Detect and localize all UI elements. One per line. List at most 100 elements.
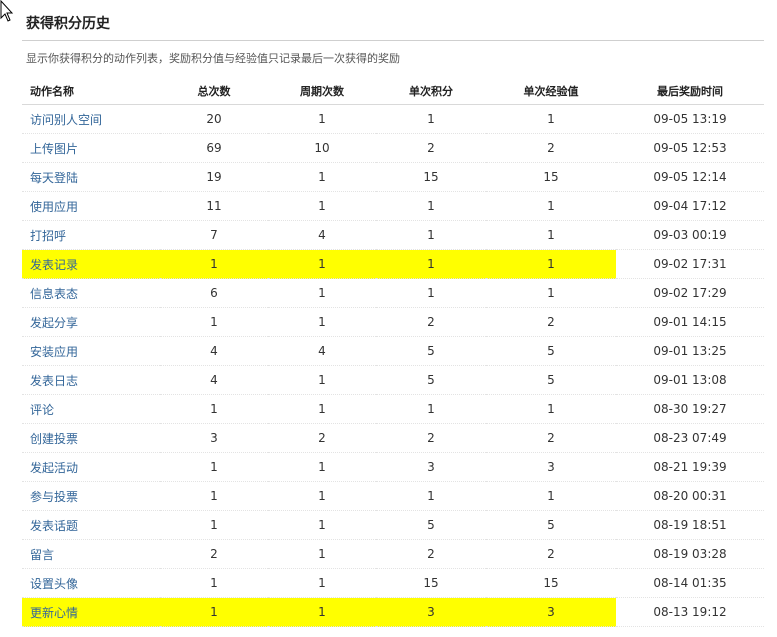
total-count-cell: 1	[160, 394, 268, 424]
cycle-count-cell: 4	[268, 220, 376, 250]
total-count-cell: 69	[160, 133, 268, 163]
points-cell: 1	[376, 394, 486, 424]
cycle-count-cell: 1	[268, 278, 376, 308]
table-header-row: 动作名称 总次数 周期次数 单次积分 单次经验值 最后奖励时间	[22, 78, 764, 105]
action-name-cell: 发表记录	[22, 249, 160, 279]
header-points: 单次积分	[376, 78, 486, 105]
last-reward-time-cell: 08-30 19:27	[616, 394, 764, 424]
exp-cell: 2	[486, 133, 616, 163]
action-name-link[interactable]: 更新心情	[30, 606, 78, 620]
last-reward-time-cell: 09-01 14:15	[616, 307, 764, 337]
table-row: 发表记录 1 1 1 1 09-02 17:31	[22, 249, 764, 279]
table-row: 设置头像 1 1 15 15 08-14 01:35	[22, 568, 764, 598]
action-name-cell: 上传图片	[22, 133, 160, 163]
cycle-count-cell: 10	[268, 133, 376, 163]
points-cell: 5	[376, 336, 486, 366]
action-name-link[interactable]: 参与投票	[30, 490, 78, 504]
action-name-link[interactable]: 安装应用	[30, 345, 78, 359]
last-reward-time-cell: 09-01 13:25	[616, 336, 764, 366]
last-reward-time-cell: 09-05 12:53	[616, 133, 764, 163]
exp-cell: 15	[486, 568, 616, 598]
action-name-link[interactable]: 发表记录	[30, 258, 78, 272]
action-name-link[interactable]: 创建投票	[30, 432, 78, 446]
action-name-link[interactable]: 发表日志	[30, 374, 78, 388]
table-row: 更新心情 1 1 3 3 08-13 19:12	[22, 597, 764, 627]
exp-cell: 5	[486, 510, 616, 540]
action-name-cell: 访问别人空间	[22, 104, 160, 134]
points-cell: 2	[376, 307, 486, 337]
points-cell: 2	[376, 539, 486, 569]
header-last-time: 最后奖励时间	[616, 78, 764, 105]
cycle-count-cell: 1	[268, 104, 376, 134]
points-cell: 2	[376, 423, 486, 453]
action-name-link[interactable]: 上传图片	[30, 142, 78, 156]
last-reward-time-cell: 09-05 12:14	[616, 162, 764, 192]
table-row: 访问别人空间 20 1 1 1 09-05 13:19	[22, 104, 764, 134]
action-name-link[interactable]: 信息表态	[30, 287, 78, 301]
points-cell: 15	[376, 568, 486, 598]
total-count-cell: 20	[160, 104, 268, 134]
table-row: 留言 2 1 2 2 08-19 03:28	[22, 539, 764, 569]
action-name-link[interactable]: 发起分享	[30, 316, 78, 330]
action-name-cell: 使用应用	[22, 191, 160, 221]
cycle-count-cell: 1	[268, 162, 376, 192]
table-row: 打招呼 7 4 1 1 09-03 00:19	[22, 220, 764, 250]
action-name-link[interactable]: 留言	[30, 548, 54, 562]
action-name-link[interactable]: 评论	[30, 403, 54, 417]
cycle-count-cell: 1	[268, 452, 376, 482]
table-row: 上传图片 69 10 2 2 09-05 12:53	[22, 133, 764, 163]
exp-cell: 2	[486, 423, 616, 453]
action-name-cell: 创建投票	[22, 423, 160, 453]
action-name-link[interactable]: 发表话题	[30, 519, 78, 533]
total-count-cell: 1	[160, 307, 268, 337]
last-reward-time-cell: 08-20 00:31	[616, 481, 764, 511]
title-divider	[22, 40, 764, 41]
cycle-count-cell: 1	[268, 539, 376, 569]
action-name-cell: 发表话题	[22, 510, 160, 540]
points-cell: 5	[376, 365, 486, 395]
total-count-cell: 7	[160, 220, 268, 250]
total-count-cell: 1	[160, 568, 268, 598]
total-count-cell: 4	[160, 336, 268, 366]
action-name-link[interactable]: 发起活动	[30, 461, 78, 475]
action-name-link[interactable]: 访问别人空间	[30, 113, 102, 127]
action-name-link[interactable]: 设置头像	[30, 577, 78, 591]
action-name-cell: 更新心情	[22, 597, 160, 627]
cycle-count-cell: 1	[268, 307, 376, 337]
points-cell: 1	[376, 249, 486, 279]
points-cell: 1	[376, 481, 486, 511]
action-name-link[interactable]: 使用应用	[30, 200, 78, 214]
total-count-cell: 1	[160, 510, 268, 540]
cycle-count-cell: 1	[268, 365, 376, 395]
table-body: 访问别人空间 20 1 1 1 09-05 13:19 上传图片 69 10 2 2 09-05 12…	[22, 104, 764, 627]
exp-cell: 3	[486, 597, 616, 627]
last-reward-time-cell: 09-03 00:19	[616, 220, 764, 250]
last-reward-time-cell: 08-23 07:49	[616, 423, 764, 453]
exp-cell: 1	[486, 104, 616, 134]
action-name-link[interactable]: 每天登陆	[30, 171, 78, 185]
exp-cell: 1	[486, 481, 616, 511]
cycle-count-cell: 1	[268, 510, 376, 540]
page-subtitle: 显示你获得积分的动作列表，奖励积分值与经验值只记录最后一次获得的奖励	[26, 52, 400, 65]
header-exp: 单次经验值	[486, 78, 616, 105]
cycle-count-cell: 1	[268, 481, 376, 511]
header-total: 总次数	[160, 78, 268, 105]
last-reward-time-cell: 09-02 17:31	[616, 249, 764, 279]
exp-cell: 1	[486, 394, 616, 424]
table-row: 参与投票 1 1 1 1 08-20 00:31	[22, 481, 764, 511]
points-cell: 1	[376, 220, 486, 250]
exp-cell: 2	[486, 539, 616, 569]
action-name-link[interactable]: 打招呼	[30, 229, 66, 243]
action-name-cell: 设置头像	[22, 568, 160, 598]
table-row: 信息表态 6 1 1 1 09-02 17:29	[22, 278, 764, 308]
total-count-cell: 4	[160, 365, 268, 395]
exp-cell: 3	[486, 452, 616, 482]
exp-cell: 1	[486, 278, 616, 308]
total-count-cell: 3	[160, 423, 268, 453]
points-cell: 1	[376, 278, 486, 308]
total-count-cell: 1	[160, 249, 268, 279]
action-name-cell: 每天登陆	[22, 162, 160, 192]
table-row: 创建投票 3 2 2 2 08-23 07:49	[22, 423, 764, 453]
action-name-cell: 发表日志	[22, 365, 160, 395]
table-row: 发起活动 1 1 3 3 08-21 19:39	[22, 452, 764, 482]
